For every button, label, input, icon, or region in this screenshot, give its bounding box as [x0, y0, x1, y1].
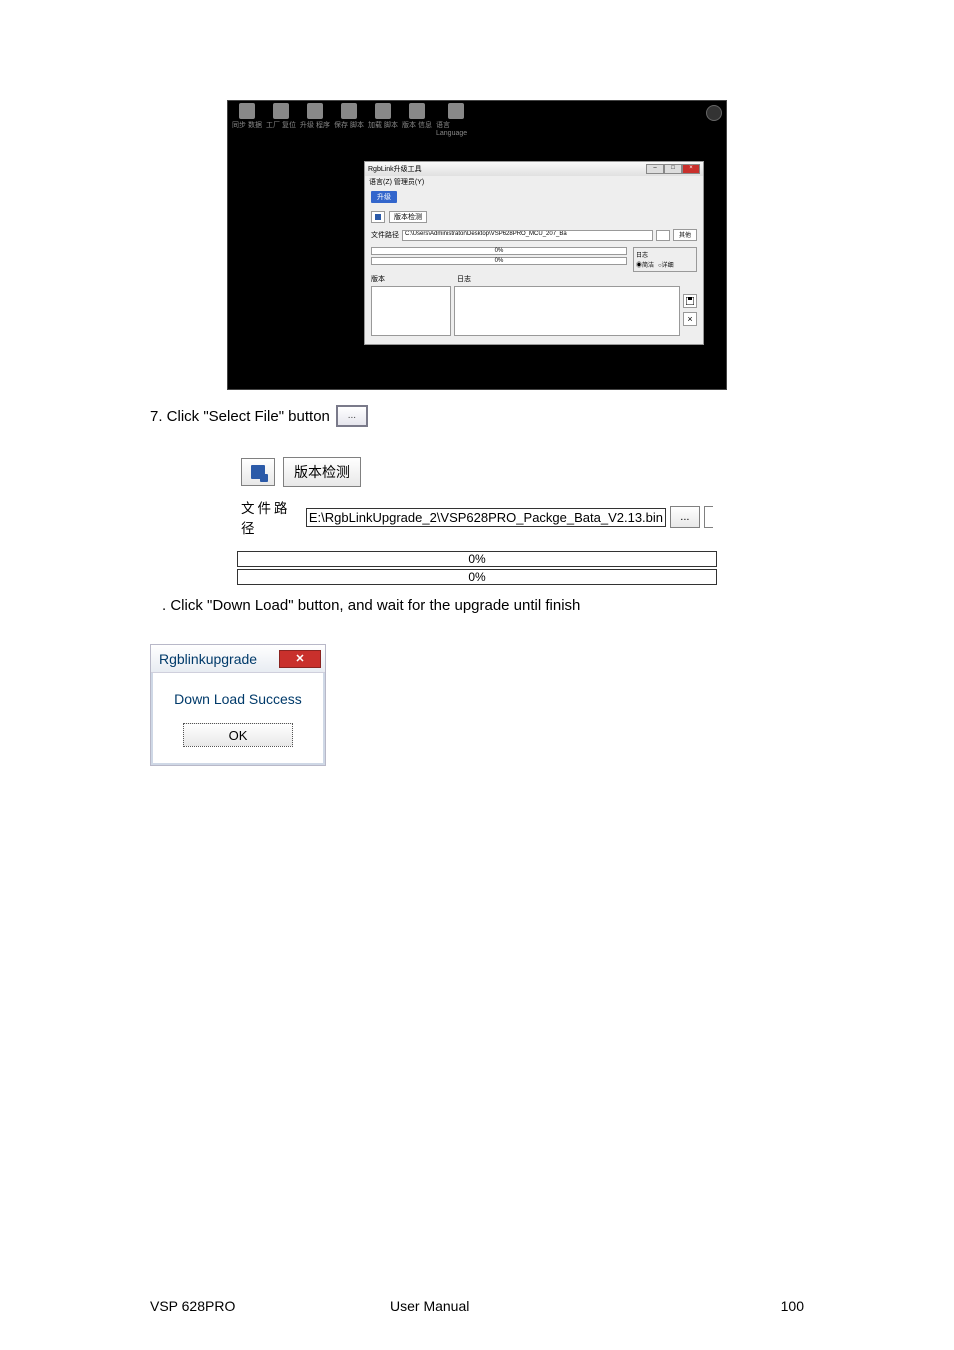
ok-button[interactable]: OK: [183, 723, 293, 747]
path-label: 文件路径: [241, 497, 302, 537]
toolbar-upgrade[interactable]: 升级 程序: [300, 103, 330, 130]
globe-icon: [448, 103, 464, 119]
version-panel: [371, 286, 451, 336]
other-button[interactable]: 其他: [673, 229, 697, 241]
load-icon: [375, 103, 391, 119]
screenshot-success-dialog: Rgblinkupgrade ✕ Down Load Success OK: [150, 644, 326, 766]
browse-button[interactable]: ...: [670, 506, 700, 528]
download-icon: [374, 213, 382, 221]
toolbar-label: 版本 信息: [402, 120, 432, 130]
toolbar-save[interactable]: 保存 脚本: [334, 103, 364, 130]
footer-doc: User Manual: [390, 1298, 744, 1314]
path-input[interactable]: C:\Users\Administrator\Desktop\VSP628PRO…: [402, 230, 653, 241]
step-7-instruction: 7. Click "Select File" button ...: [150, 405, 804, 427]
footer-product: VSP 628PRO: [150, 1298, 390, 1314]
progress-bar-1: 0%: [371, 247, 627, 255]
version-panel-label: 版本: [371, 274, 451, 284]
minimize-button[interactable]: –: [646, 164, 664, 174]
dialog-title: Rgblinkupgrade: [159, 651, 257, 667]
toolbar-version[interactable]: 版本 信息: [402, 103, 432, 130]
toolbar-label: 工厂 复位: [266, 120, 296, 130]
dialog-title: RgbLink升级工具: [368, 164, 422, 174]
screenshot-file-path: 版本检测 文件路径 E:\RgbLinkUpgrade_2\VSP628PRO_…: [227, 445, 727, 585]
download-icon-button[interactable]: [241, 458, 275, 486]
step-8-instruction: . Click "Down Load" button, and wait for…: [162, 597, 804, 614]
radio-simple[interactable]: ◉简洁: [636, 260, 654, 269]
toolbar-label: 加载 脚本: [368, 120, 398, 130]
download-icon-button[interactable]: [371, 211, 385, 223]
radio-detail[interactable]: ○详细: [658, 260, 674, 269]
version-detect-button[interactable]: 版本检测: [283, 457, 361, 487]
progress-bar-2: 0%: [371, 257, 627, 265]
close-button[interactable]: ×: [682, 164, 700, 174]
upgrade-dialog: RgbLink升级工具 – □ × 语言(Z) 管理员(Y) 升级 版本检测 文…: [364, 161, 704, 345]
maximize-button[interactable]: □: [664, 164, 682, 174]
logo-icon: [706, 105, 722, 121]
screenshot-upgrade-tool: 同步 数据 工厂 复位 升级 程序 保存 脚本 加载 脚本 版本 信息 语言 L…: [227, 100, 727, 390]
download-icon: [251, 465, 265, 479]
path-label: 文件路径: [371, 230, 399, 240]
path-input[interactable]: E:\RgbLinkUpgrade_2\VSP628PRO_Packge_Bat…: [306, 508, 666, 527]
instruction-text: 7. Click "Select File" button: [150, 408, 330, 425]
save-icon: [341, 103, 357, 119]
info-icon: [409, 103, 425, 119]
progress-bar-1: 0%: [237, 551, 717, 567]
toolbar-load[interactable]: 加载 脚本: [368, 103, 398, 130]
clear-log-button[interactable]: ×: [683, 312, 697, 326]
version-detect-button[interactable]: 版本检测: [389, 211, 427, 223]
log-options: 日志 ◉简洁 ○详细: [633, 247, 697, 272]
close-button[interactable]: ✕: [279, 650, 321, 668]
page-footer: VSP 628PRO User Manual 100: [0, 1298, 954, 1314]
upgrade-button[interactable]: 升级: [371, 191, 397, 203]
close-icon: ✕: [295, 652, 304, 665]
dialog-message: Down Load Success: [151, 673, 325, 715]
extra-button[interactable]: [704, 506, 713, 528]
upgrade-icon: [307, 103, 323, 119]
dialog-button-row: OK: [151, 715, 325, 765]
toolbar-label: 升级 程序: [300, 120, 330, 130]
save-log-button[interactable]: [683, 294, 697, 308]
instruction-text: . Click "Down Load" button, and wait for…: [162, 597, 580, 614]
toolbar-factory[interactable]: 工厂 复位: [266, 103, 296, 130]
toolbar-sync[interactable]: 同步 数据: [232, 103, 262, 130]
dialog-titlebar: RgbLink升级工具 – □ ×: [365, 162, 703, 176]
log-label: 日志: [636, 250, 694, 259]
dialog-titlebar: Rgblinkupgrade ✕: [151, 645, 325, 673]
toolbar-label: 语言 Language: [436, 120, 476, 137]
progress-bar-2: 0%: [237, 569, 717, 585]
disk-icon: [686, 297, 694, 305]
app-toolbar: 同步 数据 工厂 复位 升级 程序 保存 脚本 加载 脚本 版本 信息 语言 L…: [228, 101, 726, 139]
toolbar-language[interactable]: 语言 Language: [436, 103, 476, 137]
log-panel-label: 日志: [457, 274, 677, 284]
select-file-button-icon: ...: [336, 405, 368, 427]
log-panel: [454, 286, 680, 336]
toolbar-label: 保存 脚本: [334, 120, 364, 130]
dialog-menubar[interactable]: 语言(Z) 管理员(Y): [365, 176, 703, 188]
factory-icon: [273, 103, 289, 119]
footer-page: 100: [744, 1298, 804, 1314]
window-controls: – □ ×: [646, 164, 700, 174]
browse-button[interactable]: [656, 230, 670, 241]
dialog-body: 升级 版本检测 文件路径 C:\Users\Administrator\Desk…: [365, 188, 703, 344]
toolbar-label: 同步 数据: [232, 120, 262, 130]
sync-icon: [239, 103, 255, 119]
